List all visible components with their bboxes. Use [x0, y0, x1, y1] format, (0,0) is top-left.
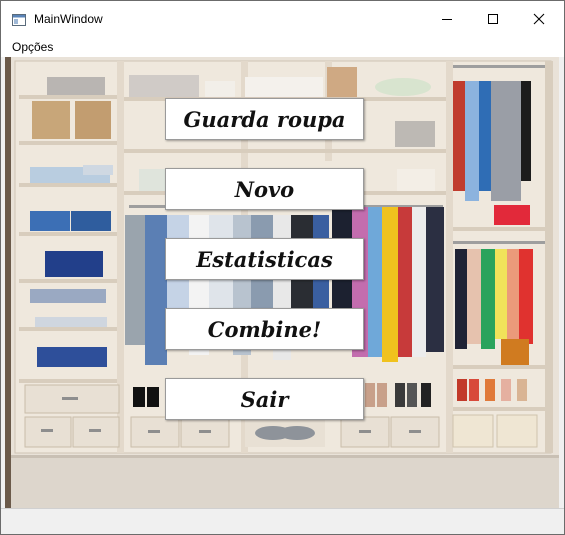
- close-icon: [533, 13, 545, 25]
- menu-bar: Opções: [1, 37, 564, 57]
- close-button[interactable]: [516, 1, 562, 37]
- window-title: MainWindow: [34, 12, 103, 26]
- app-window-icon: [12, 14, 26, 26]
- title-bar[interactable]: MainWindow: [1, 1, 564, 37]
- estatisticas-button[interactable]: Estatisticas: [165, 238, 364, 280]
- wardrobe-background-image: Guarda roupa Novo Estatisticas Combine! …: [5, 57, 559, 508]
- minimize-button[interactable]: [424, 1, 470, 37]
- minimize-icon: [442, 19, 452, 20]
- maximize-icon: [488, 14, 498, 24]
- menu-opcoes[interactable]: Opções: [12, 40, 53, 54]
- maximize-button[interactable]: [470, 1, 516, 37]
- combine-button[interactable]: Combine!: [165, 308, 364, 350]
- main-window: MainWindow Opções Guarda roupa Novo Esta…: [0, 0, 565, 535]
- novo-button[interactable]: Novo: [165, 168, 364, 210]
- sair-button[interactable]: Sair: [165, 378, 364, 420]
- guarda-roupa-button[interactable]: Guarda roupa: [165, 98, 364, 140]
- status-bar: [1, 508, 564, 534]
